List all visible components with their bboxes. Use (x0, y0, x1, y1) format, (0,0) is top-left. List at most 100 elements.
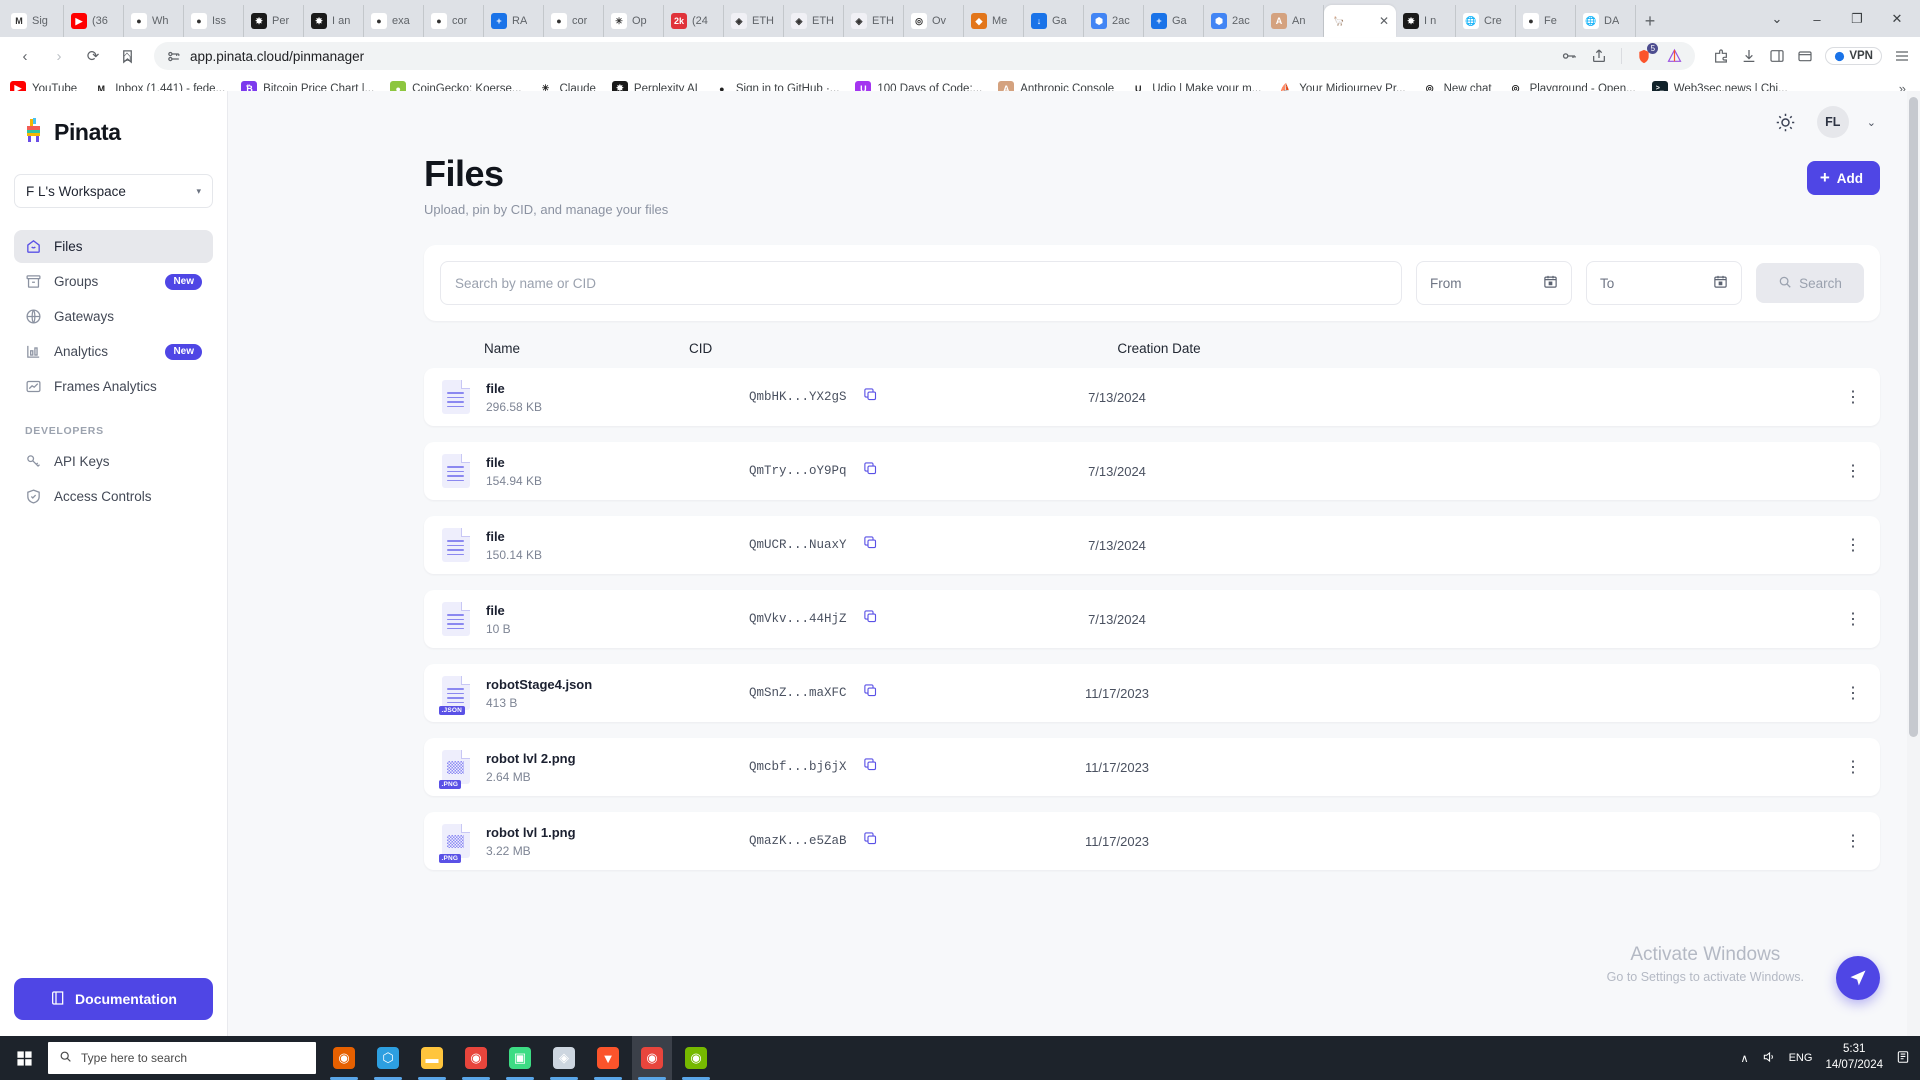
support-chat-button[interactable] (1836, 956, 1880, 1000)
table-row[interactable]: .JSON robotStage4.json 413 B QmSnZ...maXFC 1… (424, 664, 1880, 722)
minimize-button[interactable]: – (1798, 4, 1836, 34)
table-row[interactable]: file 154.94 KB QmTry...oY9Pq 7/13/2024 ⋮ (424, 442, 1880, 500)
taskbar-app-unity[interactable]: ◈ (544, 1036, 584, 1080)
browser-tab[interactable]: ◈ ETH (724, 5, 784, 37)
table-row[interactable]: .PNG robot lvl 1.png 3.22 MB QmazK...e5ZaB 1… (424, 812, 1880, 870)
row-menu-icon[interactable]: ⋮ (1845, 535, 1862, 555)
row-menu-icon[interactable]: ⋮ (1845, 757, 1862, 777)
pinata-logo[interactable]: Pinata (14, 109, 213, 148)
close-tab-icon[interactable]: ✕ (1379, 14, 1389, 28)
browser-tab[interactable]: ✸ I n (1396, 5, 1456, 37)
brave-rewards-icon[interactable] (1666, 48, 1683, 64)
brave-shield-icon[interactable]: 5 (1636, 42, 1659, 65)
page-scrollbar-thumb[interactable] (1909, 97, 1918, 737)
browser-tab[interactable]: ▶ (36 (64, 5, 124, 37)
table-row[interactable]: file 150.14 KB QmUCR...NuaxY 7/13/2024 ⋮ (424, 516, 1880, 574)
table-row[interactable]: file 296.58 KB QmbHK...YX2gS 7/13/2024 ⋮ (424, 368, 1880, 426)
language-indicator[interactable]: ENG (1789, 1052, 1813, 1064)
copy-icon[interactable] (863, 757, 878, 777)
table-row[interactable]: .PNG robot lvl 2.png 2.64 MB Qmcbf...bj6jX 1… (424, 738, 1880, 796)
taskbar-app-firefox[interactable]: ◉ (324, 1036, 364, 1080)
browser-tab[interactable]: + RA (484, 5, 544, 37)
browser-tab[interactable]: 🦙 ✕ (1324, 5, 1396, 37)
browser-tab[interactable]: M Sig (4, 5, 64, 37)
copy-icon[interactable] (863, 535, 878, 555)
windows-icon[interactable] (0, 1036, 48, 1080)
chevron-down-icon[interactable]: ⌄ (1867, 116, 1876, 129)
row-menu-icon[interactable]: ⋮ (1845, 461, 1862, 481)
browser-tab[interactable]: ⬢ 2ac (1084, 5, 1144, 37)
share-icon[interactable] (1591, 48, 1607, 64)
browser-tab[interactable]: ◈ ETH (844, 5, 904, 37)
side-panel-icon[interactable] (1769, 48, 1785, 64)
copy-icon[interactable] (863, 683, 878, 703)
extensions-icon[interactable] (1713, 48, 1729, 64)
browser-tab[interactable]: A An (1264, 5, 1324, 37)
browser-tab[interactable]: ✳ Op (604, 5, 664, 37)
workspace-selector[interactable]: F L's Workspace ▾ (14, 174, 213, 208)
sidebar-item-api-keys[interactable]: API Keys (14, 445, 213, 478)
volume-icon[interactable] (1762, 1050, 1776, 1067)
page-scrollbar-track[interactable] (1907, 91, 1920, 1036)
taskbar-search-input[interactable]: Type here to search (48, 1042, 316, 1074)
password-key-icon[interactable] (1561, 48, 1577, 64)
calendar-icon[interactable] (1543, 274, 1558, 292)
copy-icon[interactable] (863, 831, 878, 851)
reload-icon[interactable]: ⟳ (78, 41, 108, 71)
from-date-input[interactable]: From (1416, 261, 1572, 305)
browser-tab[interactable]: 🌐 DA (1576, 5, 1636, 37)
avatar[interactable]: FL (1816, 106, 1849, 138)
downloads-icon[interactable] (1741, 48, 1757, 64)
browser-tab[interactable]: ✸ I an (304, 5, 364, 37)
sidebar-item-gateways[interactable]: Gateways (14, 300, 213, 333)
taskbar-app-file-explorer[interactable]: ▬ (412, 1036, 452, 1080)
notifications-icon[interactable] (1896, 1050, 1910, 1067)
sidebar-item-analytics[interactable]: Analytics New (14, 335, 213, 368)
browser-tab[interactable]: ● exa (364, 5, 424, 37)
clock[interactable]: 5:31 14/07/2024 (1825, 1042, 1883, 1073)
sidebar-item-access-controls[interactable]: Access Controls (14, 480, 213, 513)
row-menu-icon[interactable]: ⋮ (1845, 683, 1862, 703)
sun-icon[interactable] (1773, 109, 1799, 135)
browser-menu-icon[interactable] (1894, 48, 1910, 64)
add-button[interactable]: + Add (1806, 161, 1880, 195)
browser-tab[interactable]: ↓ Ga (1024, 5, 1084, 37)
browser-tab[interactable]: ● Iss (184, 5, 244, 37)
taskbar-app-android-studio[interactable]: ▣ (500, 1036, 540, 1080)
browser-tab[interactable]: ◈ ETH (784, 5, 844, 37)
to-date-input[interactable]: To (1586, 261, 1742, 305)
close-window-button[interactable]: ✕ (1878, 4, 1916, 34)
new-tab-button[interactable]: + (1636, 7, 1664, 35)
browser-tab[interactable]: ● cor (544, 5, 604, 37)
browser-tab[interactable]: ✸ Per (244, 5, 304, 37)
copy-icon[interactable] (863, 609, 878, 629)
taskbar-app-brave[interactable]: ▼ (588, 1036, 628, 1080)
vpn-button[interactable]: VPN (1825, 47, 1882, 65)
back-icon[interactable]: ‹ (10, 41, 40, 71)
address-bar[interactable]: app.pinata.cloud/pinmanager 5 (123, 42, 1696, 70)
calendar-icon[interactable] (1713, 274, 1728, 292)
wallet-icon[interactable] (1797, 48, 1813, 64)
browser-tab[interactable]: ● Wh (124, 5, 184, 37)
browser-tab[interactable]: ⬢ 2ac (1204, 5, 1264, 37)
search-button[interactable]: Search (1756, 263, 1864, 303)
taskbar-app-nvidia[interactable]: ◉ (676, 1036, 716, 1080)
taskbar-app-chrome-active[interactable]: ◉ (632, 1036, 672, 1080)
copy-icon[interactable] (863, 461, 878, 481)
tray-expand-icon[interactable]: ∧ (1741, 1052, 1749, 1065)
search-input[interactable]: Search by name or CID (440, 261, 1402, 305)
browser-tab[interactable]: ◎ Ov (904, 5, 964, 37)
maximize-button[interactable]: ❐ (1838, 4, 1876, 34)
browser-tab[interactable]: 🌐 Cre (1456, 5, 1516, 37)
row-menu-icon[interactable]: ⋮ (1845, 387, 1862, 407)
bookmark-icon[interactable] (120, 49, 135, 64)
documentation-button[interactable]: Documentation (14, 978, 213, 1020)
browser-tab[interactable]: ◆ Me (964, 5, 1024, 37)
browser-tab[interactable]: 2k (24 (664, 5, 724, 37)
sidebar-item-frames-analytics[interactable]: Frames Analytics (14, 370, 213, 403)
row-menu-icon[interactable]: ⋮ (1845, 831, 1862, 851)
site-permissions-icon[interactable] (166, 49, 181, 64)
row-menu-icon[interactable]: ⋮ (1845, 609, 1862, 629)
taskbar-app-chrome[interactable]: ◉ (456, 1036, 496, 1080)
taskbar-app-vscode[interactable]: ⬡ (368, 1036, 408, 1080)
